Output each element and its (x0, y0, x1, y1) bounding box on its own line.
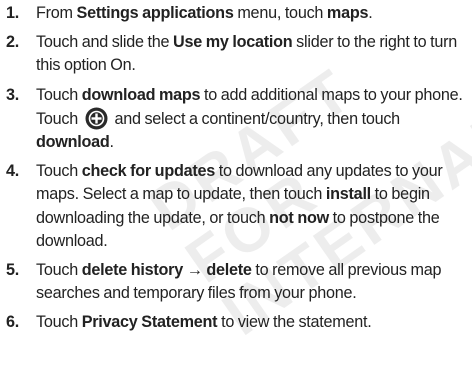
step-number: 3. (6, 85, 20, 104)
option-name: download maps (81, 85, 201, 104)
step-5: 5. Touch delete history → delete to remo… (6, 259, 472, 305)
option-name: check for updates (81, 162, 216, 181)
step-3: 3. Touch download maps to add additional… (6, 84, 472, 155)
option-name: not now (269, 208, 329, 227)
step-number: 1. (6, 4, 20, 22)
step-1: 1. From Settings applications menu, touc… (6, 2, 472, 25)
step-number: 4. (6, 162, 20, 181)
step-number: 6. (6, 313, 20, 332)
option-name: maps (326, 4, 369, 22)
step-6: 6. Touch Privacy Statement to view the s… (6, 311, 472, 334)
option-name: delete history → delete (81, 261, 252, 280)
option-name: install (325, 185, 371, 204)
step-text: to view the statement. (217, 313, 372, 332)
step-text: . (368, 4, 373, 22)
step-text: Touch (36, 162, 82, 181)
plus-circle-icon (85, 107, 108, 130)
step-number: 2. (6, 33, 20, 52)
option-name: Privacy Statement (81, 313, 218, 332)
step-text: Touch (36, 313, 82, 332)
step-text: Touch and slide the (36, 33, 173, 52)
menu-name: Settings applications (76, 4, 234, 22)
step-text: and select a continent/country, then tou… (110, 109, 400, 128)
step-text: Touch (36, 261, 82, 280)
option-name: Use my location (173, 33, 293, 52)
step-text: Touch (36, 85, 82, 104)
step-2: 2. Touch and slide the Use my location s… (6, 31, 472, 77)
step-text: menu, touch (233, 4, 327, 22)
step-4: 4. Touch check for updates to download a… (6, 160, 472, 253)
step-text: From (36, 4, 77, 22)
step-text: . (109, 133, 115, 152)
instruction-list: 1. From Settings applications menu, touc… (6, 2, 472, 341)
step-number: 5. (6, 261, 20, 280)
option-name: download (36, 133, 110, 152)
